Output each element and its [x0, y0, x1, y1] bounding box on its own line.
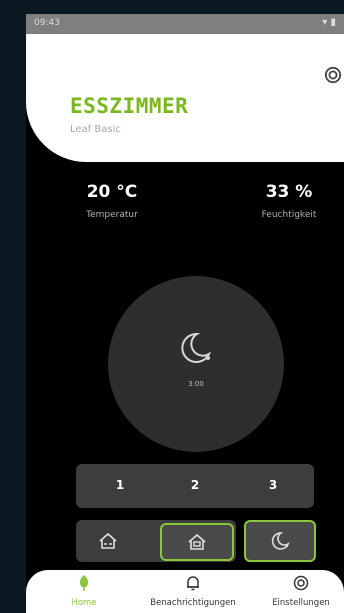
nav-home[interactable]: Home [64, 574, 104, 608]
room-header: ESSZIMMER Leaf Basic [26, 34, 344, 162]
home-icon [188, 533, 206, 550]
bottom-navigation: Home Benachrichtigungen Einstellungen [26, 570, 344, 613]
temperature-value: 20 °C [86, 182, 138, 202]
away-mode-button[interactable] [82, 524, 134, 558]
status-icons: ▾ ▮ [322, 17, 336, 28]
status-bar: 09:43 ▾ ▮ [26, 14, 344, 34]
nav-settings[interactable]: Einstellungen [262, 574, 340, 608]
nav-notifications[interactable]: Benachrichtigungen [138, 574, 248, 608]
night-mode-button[interactable] [244, 520, 316, 562]
mode-dial[interactable]: 3:00 [108, 276, 284, 452]
level-1-button[interactable]: 1 [110, 478, 130, 492]
settings-icon [293, 575, 309, 591]
temperature-label: Temperatur [86, 210, 138, 220]
away-icon [99, 532, 117, 549]
device-model: Leaf Basic [70, 124, 121, 135]
app-screen: 09:43 ▾ ▮ ESSZIMMER Leaf Basic 20 °C Tem… [26, 14, 344, 613]
mode-selector [76, 520, 236, 562]
humidity-value: 33 % [265, 182, 313, 202]
fan-level-selector: 1 2 3 [76, 464, 314, 508]
nav-home-label: Home [71, 598, 97, 608]
temperature-stat: 20 °C Temperatur [70, 182, 154, 220]
room-title: ESSZIMMER [70, 94, 189, 118]
settings-gear-icon[interactable] [324, 66, 342, 84]
level-2-button[interactable]: 2 [185, 478, 205, 492]
level-3-button[interactable]: 3 [263, 478, 283, 492]
humidity-stat: 33 % Feuchtigkeit [244, 182, 334, 220]
status-time: 09:43 [34, 18, 60, 28]
timer-text: 3:00 [188, 380, 204, 388]
leaf-icon [79, 575, 89, 591]
home-mode-button[interactable] [160, 523, 234, 561]
moon-icon [181, 332, 212, 363]
humidity-label: Feuchtigkeit [261, 210, 317, 220]
nav-settings-label: Einstellungen [272, 598, 330, 608]
nav-notifications-label: Benachrichtigungen [150, 598, 236, 608]
bell-icon [187, 576, 199, 591]
moon-icon [271, 532, 290, 550]
